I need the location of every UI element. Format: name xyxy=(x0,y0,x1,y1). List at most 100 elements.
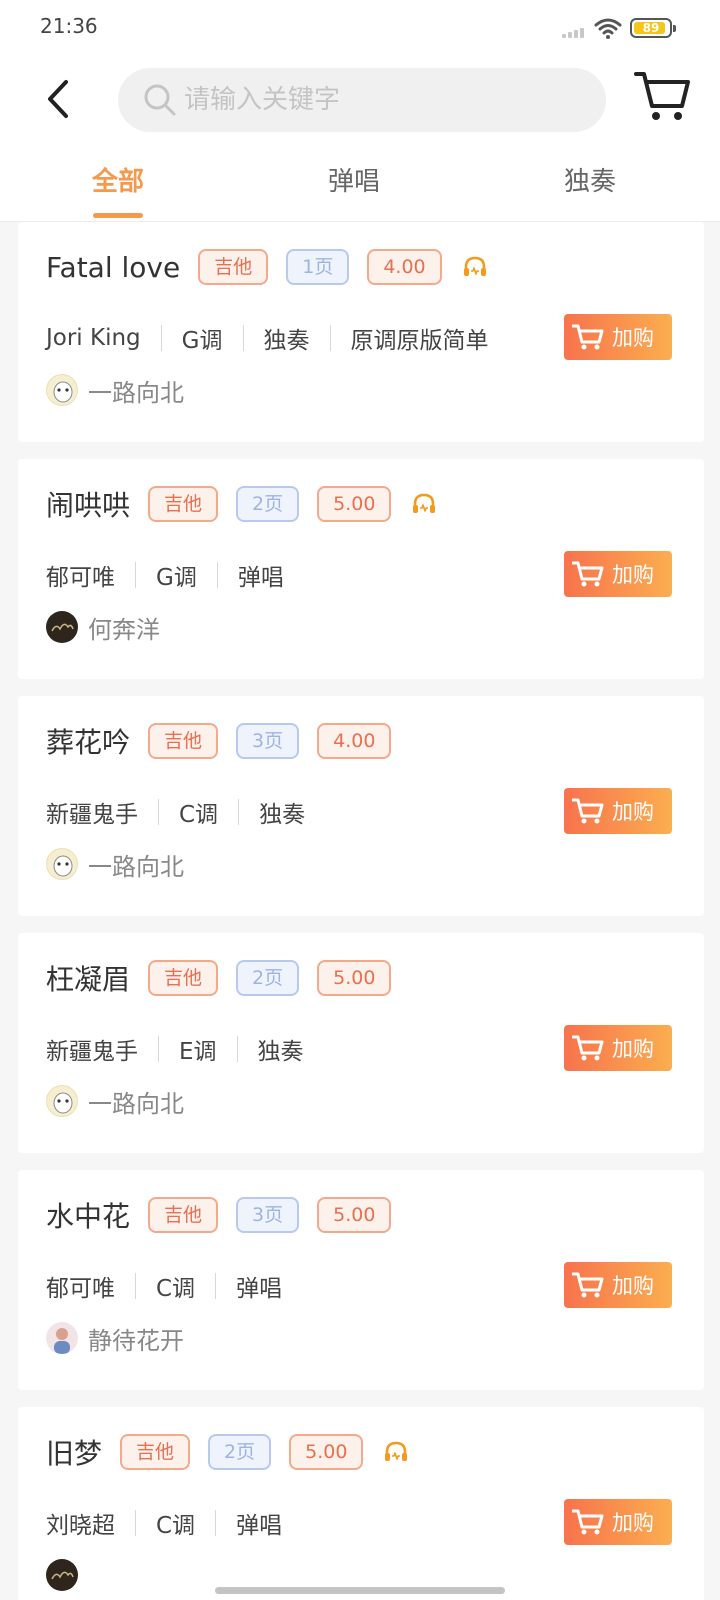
meta-item: 新疆鬼手 xyxy=(46,802,138,828)
score-title: 葬花吟 xyxy=(46,726,131,759)
ghost-avatar-icon xyxy=(46,848,78,880)
tab-label: 弹唱 xyxy=(327,167,380,197)
meta-item: 原调原版简单 xyxy=(350,328,489,354)
tab-solo[interactable]: 独奏 xyxy=(510,158,670,222)
meta-separator xyxy=(216,562,218,588)
score-list: Fatal love 吉他 1页 4.00 Jori King G调 独奏 原调原版简… xyxy=(18,222,704,1600)
score-card[interactable]: Fatal love 吉他 1页 4.00 Jori King G调 独奏 原调原版简… xyxy=(18,222,704,442)
price-tag: 5.00 xyxy=(289,1434,364,1470)
cart-icon xyxy=(572,1509,604,1535)
meta-item: 郁可唯 xyxy=(46,1276,115,1302)
author-row[interactable] xyxy=(46,1555,88,1595)
author-row[interactable]: 一路向北 xyxy=(46,370,184,410)
add-to-cart-button[interactable]: 加购 xyxy=(564,551,672,597)
author-name: 静待花开 xyxy=(88,1326,184,1355)
score-card[interactable]: 葬花吟 吉他 3页 4.00 新疆鬼手 C调 独奏 一路向北 加购 xyxy=(18,696,704,916)
tab-label: 独奏 xyxy=(563,167,616,197)
add-to-cart-button[interactable]: 加购 xyxy=(564,1025,672,1071)
search-bar[interactable] xyxy=(118,68,606,132)
instrument-tag: 吉他 xyxy=(148,486,219,522)
author-name: 一路向北 xyxy=(88,852,184,881)
cart-icon xyxy=(572,324,604,350)
cart-icon xyxy=(572,1035,604,1061)
author-name: 一路向北 xyxy=(88,378,184,407)
score-card[interactable]: 旧梦 吉他 2页 5.00 刘晓超 C调 弹唱 加购 xyxy=(18,1407,704,1600)
meta-item: 独奏 xyxy=(257,1039,304,1065)
meta-separator xyxy=(236,1036,238,1062)
score-title: 旧梦 xyxy=(46,1437,103,1470)
title-row: 闹哄哄 吉他 2页 5.00 xyxy=(46,481,437,527)
meta-item: 刘晓超 xyxy=(46,1513,115,1539)
add-to-cart-button[interactable]: 加购 xyxy=(564,1262,672,1308)
add-to-cart-label: 加购 xyxy=(612,1037,654,1061)
price-tag: 5.00 xyxy=(317,1197,392,1233)
header: 21:36 89 全部 xyxy=(0,0,720,222)
category-tabs: 全部 弹唱 独奏 xyxy=(0,158,720,222)
add-to-cart-label: 加购 xyxy=(612,563,654,587)
author-row[interactable]: 一路向北 xyxy=(46,844,184,884)
meta-item: G调 xyxy=(181,328,223,354)
status-time: 21:36 xyxy=(40,14,98,38)
author-row[interactable]: 一路向北 xyxy=(46,1081,184,1121)
score-card[interactable]: 闹哄哄 吉他 2页 5.00 郁可唯 G调 弹唱 何奔洋 加购 xyxy=(18,459,704,679)
instrument-tag: 吉他 xyxy=(148,1197,219,1233)
headphones-icon xyxy=(463,256,486,276)
title-row: 水中花 吉他 3页 5.00 xyxy=(46,1192,409,1238)
tab-strum-sing[interactable]: 弹唱 xyxy=(274,158,434,222)
add-to-cart-button[interactable]: 加购 xyxy=(564,1499,672,1545)
score-card[interactable]: 水中花 吉他 3页 5.00 郁可唯 C调 弹唱 静待花开 加购 xyxy=(18,1170,704,1390)
search-icon xyxy=(144,84,176,116)
meta-item: 郁可唯 xyxy=(46,565,115,591)
wifi-icon xyxy=(594,18,622,39)
score-title: 枉凝眉 xyxy=(46,963,131,996)
title-row: 旧梦 吉他 2页 5.00 xyxy=(46,1429,409,1475)
title-row: 葬花吟 吉他 3页 4.00 xyxy=(46,718,409,764)
add-to-cart-button[interactable]: 加购 xyxy=(564,314,672,360)
price-tag: 4.00 xyxy=(367,249,442,285)
meta-separator xyxy=(135,1273,136,1299)
title-row: 枉凝眉 吉他 2页 5.00 xyxy=(46,955,409,1001)
meta-row: 新疆鬼手 E调 独奏 xyxy=(46,1029,304,1069)
meta-row: Jori King G调 独奏 原调原版简单 xyxy=(46,318,489,358)
price-tag: 5.00 xyxy=(317,960,392,996)
meta-item: 弹唱 xyxy=(236,1276,283,1302)
meta-item: 独奏 xyxy=(263,328,310,354)
meta-row: 新疆鬼手 C调 独奏 xyxy=(46,792,305,832)
meta-separator xyxy=(215,1510,217,1536)
author-row[interactable]: 静待花开 xyxy=(46,1318,184,1358)
score-card[interactable]: 枉凝眉 吉他 2页 5.00 新疆鬼手 E调 独奏 一路向北 加购 xyxy=(18,933,704,1153)
meta-item: E调 xyxy=(179,1039,217,1065)
pages-tag: 1页 xyxy=(286,249,350,285)
meta-item: Jori King xyxy=(46,325,141,351)
score-title: 闹哄哄 xyxy=(46,489,131,522)
pages-tag: 3页 xyxy=(236,1197,300,1233)
headphones-icon xyxy=(413,493,436,513)
photo-avatar-icon xyxy=(46,1322,78,1354)
tab-label: 全部 xyxy=(91,167,144,197)
headphones-icon xyxy=(385,1441,408,1461)
cart-icon[interactable] xyxy=(634,68,692,126)
add-to-cart-label: 加购 xyxy=(612,800,654,824)
back-arrow-icon[interactable] xyxy=(38,74,80,124)
title-row: Fatal love 吉他 1页 4.00 xyxy=(46,244,488,290)
meta-item: 弹唱 xyxy=(236,1513,283,1539)
tab-all[interactable]: 全部 xyxy=(38,158,198,222)
meta-row: 刘晓超 C调 弹唱 xyxy=(46,1503,282,1543)
instrument-tag: 吉他 xyxy=(148,723,219,759)
author-name: 一路向北 xyxy=(88,1089,184,1118)
meta-separator xyxy=(242,325,244,351)
pages-tag: 2页 xyxy=(236,960,300,996)
pages-tag: 3页 xyxy=(236,723,300,759)
meta-row: 郁可唯 G调 弹唱 xyxy=(46,555,284,595)
ghost-avatar-icon xyxy=(46,1085,78,1117)
dark-avatar-icon xyxy=(46,1559,78,1591)
cart-icon xyxy=(572,561,604,587)
add-to-cart-button[interactable]: 加购 xyxy=(564,788,672,834)
meta-item: 新疆鬼手 xyxy=(46,1039,138,1065)
add-to-cart-label: 加购 xyxy=(612,1274,654,1298)
search-input[interactable] xyxy=(184,68,584,132)
score-title: 水中花 xyxy=(46,1200,131,1233)
author-row[interactable]: 何奔洋 xyxy=(46,607,160,647)
meta-separator xyxy=(158,799,159,825)
cart-icon xyxy=(572,798,604,824)
